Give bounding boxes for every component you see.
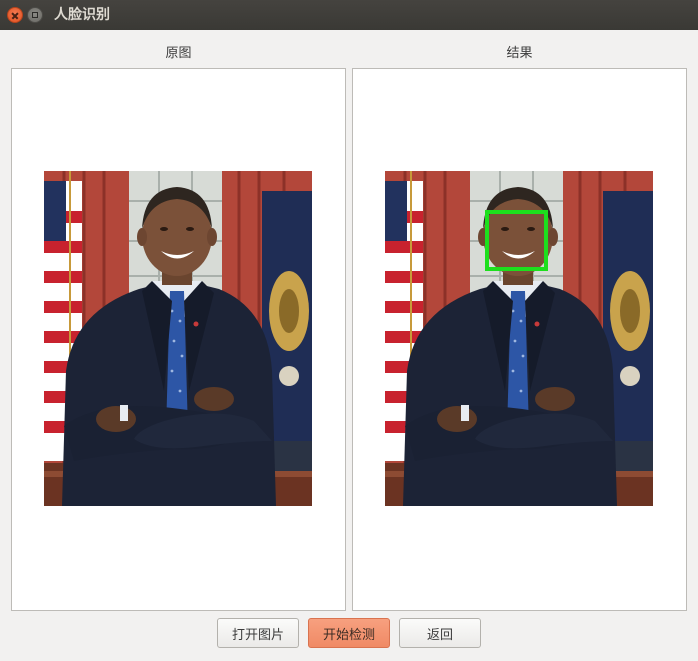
title-bar: 人脸识别 [0, 0, 698, 30]
app-window: 人脸识别 原图 结果 打开图片 开始检测 返回 [0, 0, 698, 661]
result-photo [385, 171, 653, 506]
back-button[interactable]: 返回 [399, 618, 481, 648]
window-title: 人脸识别 [54, 7, 110, 23]
result-panel-label: 结果 [506, 46, 533, 61]
close-icon[interactable] [7, 7, 23, 23]
face-detection-box [485, 210, 548, 271]
minimize-icon[interactable] [27, 7, 43, 23]
original-image-panel [11, 68, 346, 611]
open-image-button[interactable]: 打开图片 [217, 618, 299, 648]
original-panel-label: 原图 [165, 46, 192, 61]
start-detect-button[interactable]: 开始检测 [308, 618, 390, 648]
result-image-panel [352, 68, 687, 611]
original-photo [44, 171, 312, 506]
